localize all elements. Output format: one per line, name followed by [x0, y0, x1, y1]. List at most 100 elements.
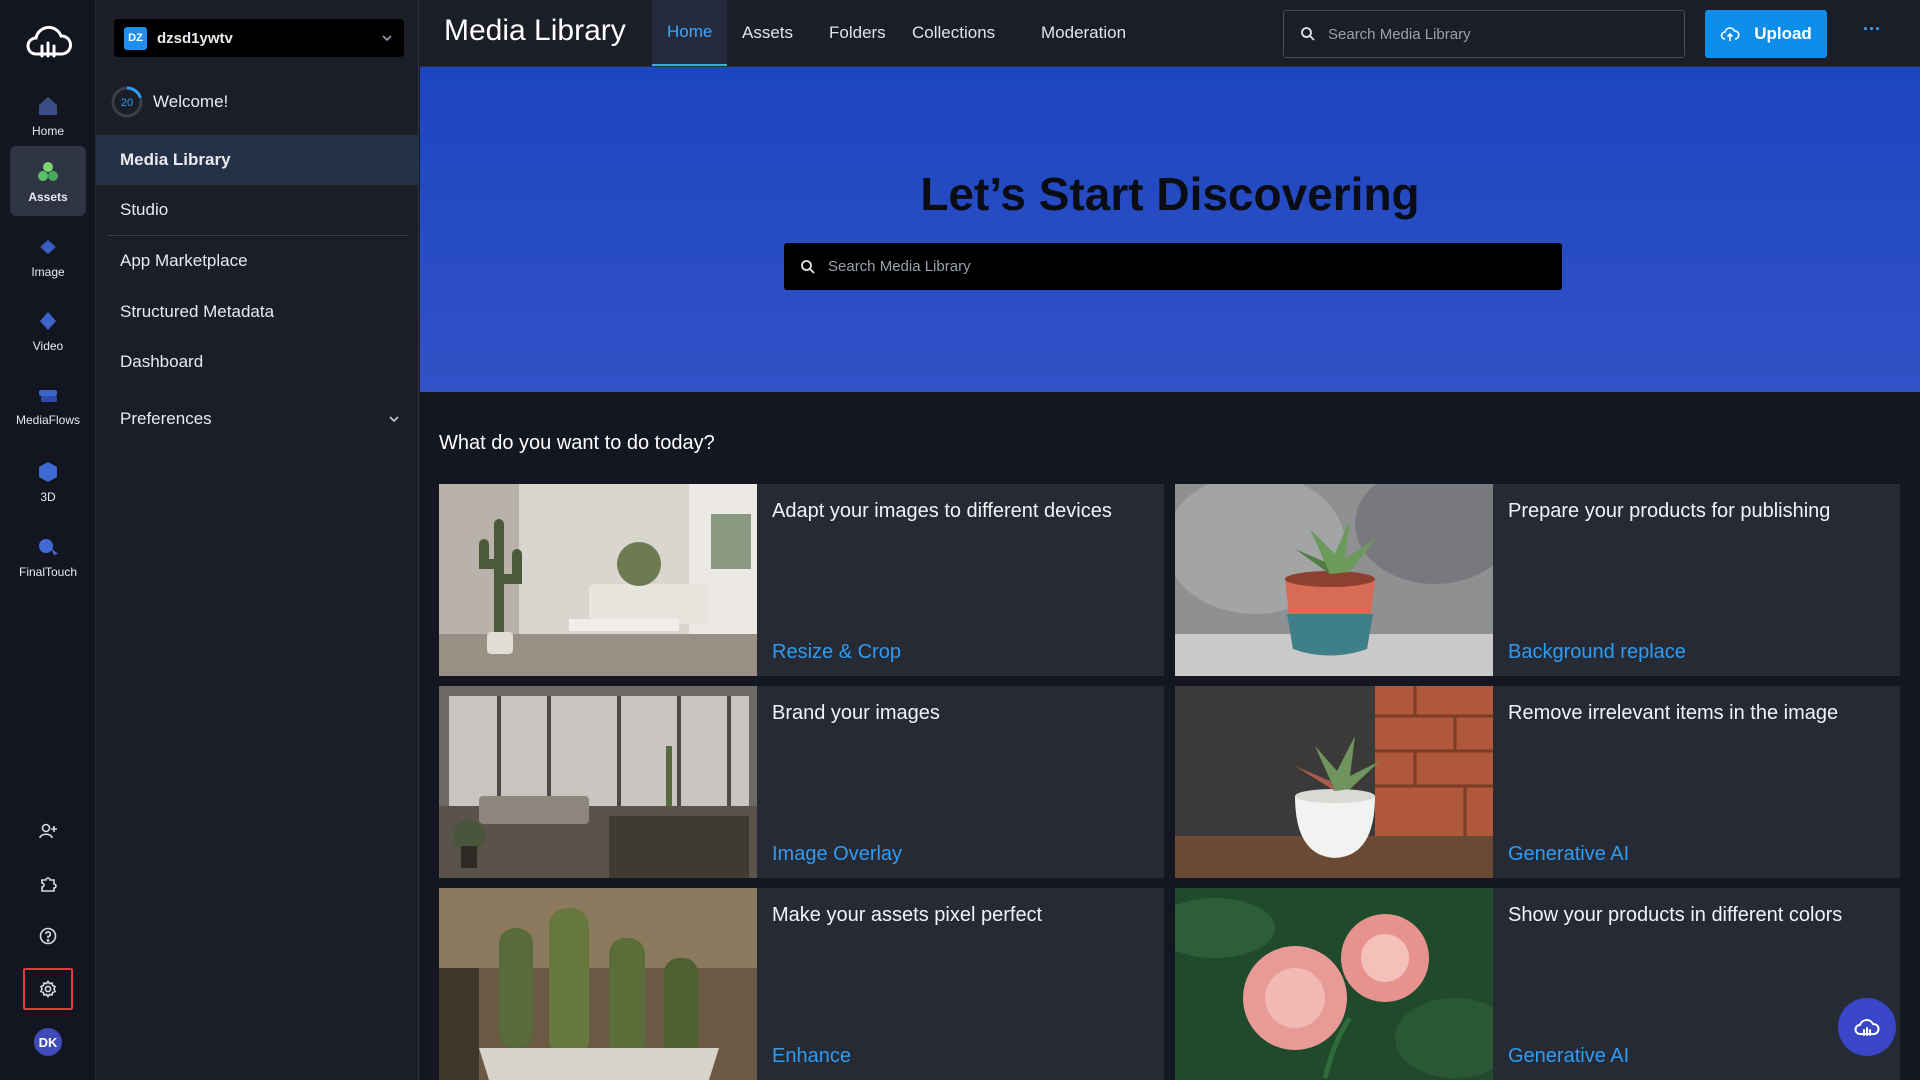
- card-resize-crop[interactable]: Adapt your images to different devices R…: [439, 484, 1164, 676]
- card-link[interactable]: Generative AI: [1508, 1045, 1629, 1068]
- loft-interior-thumbnail: [439, 686, 757, 878]
- user-avatar[interactable]: DK: [34, 1028, 62, 1056]
- upload-label: Upload: [1754, 24, 1812, 43]
- card-title: Make your assets pixel perfect: [772, 904, 1043, 926]
- rail-label: 3D: [40, 489, 56, 504]
- tab-home[interactable]: Home: [652, 0, 728, 66]
- nav-label: Preferences: [120, 409, 212, 428]
- cloud-badge: DZ: [124, 26, 147, 50]
- chevron-down-icon: [389, 416, 399, 423]
- top-search-input[interactable]: [1328, 25, 1684, 43]
- cloudinary-assistant-button[interactable]: [1838, 998, 1896, 1056]
- nav-label: App Marketplace: [120, 251, 248, 270]
- card-title: Remove irrelevant items in the image: [1508, 702, 1839, 724]
- rail-item-home[interactable]: Home: [10, 80, 86, 150]
- living-room-cactus-thumbnail: [439, 484, 757, 676]
- hero-title: Let’s Start Discovering: [920, 168, 1420, 220]
- nav-item-preferences[interactable]: Preferences: [96, 394, 419, 444]
- tab-moderation[interactable]: Moderation: [1026, 0, 1141, 66]
- cloud-upload-icon: [1720, 27, 1740, 41]
- side-panel: DZ dzsd1ywtv 20 Welcome! Media Library S…: [96, 0, 419, 1080]
- nav-item-studio[interactable]: Studio: [96, 185, 419, 235]
- rail-item-3d[interactable]: 3D: [10, 446, 86, 516]
- invite-user-button[interactable]: [23, 810, 73, 852]
- hero-banner: Let’s Start Discovering: [420, 67, 1920, 392]
- home-icon: [39, 96, 57, 115]
- tab-label: Collections: [912, 23, 996, 42]
- integrations-button[interactable]: [23, 863, 73, 905]
- settings-button[interactable]: [23, 968, 73, 1010]
- nav-item-dashboard[interactable]: Dashboard: [96, 337, 419, 387]
- top-search-box[interactable]: [1283, 10, 1685, 58]
- tab-folders[interactable]: Folders: [814, 0, 901, 66]
- search-icon: [801, 259, 815, 274]
- rail-item-assets[interactable]: Assets: [10, 146, 86, 216]
- section-title: What do you want to do today?: [439, 432, 715, 454]
- progress-value: 20: [121, 97, 133, 109]
- nav-label: Structured Metadata: [120, 302, 275, 321]
- help-button[interactable]: [23, 915, 73, 957]
- nav-item-app-marketplace[interactable]: App Marketplace: [96, 236, 419, 286]
- tab-label: Moderation: [1041, 23, 1127, 42]
- nav-label: Studio: [120, 200, 169, 219]
- card-generative-ai-remove[interactable]: Remove irrelevant items in the image Gen…: [1175, 686, 1900, 878]
- invite-user-icon: [39, 823, 57, 839]
- nav-item-structured-metadata[interactable]: Structured Metadata: [96, 287, 419, 337]
- image-icon: [40, 239, 56, 254]
- tab-collections[interactable]: Collections: [897, 0, 1010, 66]
- top-bar: Media Library Home Assets Folders Collec…: [420, 0, 1920, 67]
- cloud-selector[interactable]: DZ dzsd1ywtv: [114, 19, 404, 57]
- card-title: Brand your images: [772, 702, 940, 724]
- nav-item-media-library[interactable]: Media Library: [96, 135, 419, 185]
- card-link[interactable]: Resize & Crop: [772, 641, 901, 664]
- card-link[interactable]: Enhance: [772, 1045, 851, 1068]
- cloudinary-logo-icon[interactable]: [24, 24, 72, 60]
- card-title: Prepare your products for publishing: [1508, 500, 1831, 522]
- rail-label: Image: [31, 264, 65, 279]
- progress-ring: 20: [111, 86, 143, 118]
- card-link[interactable]: Background replace: [1508, 641, 1686, 664]
- card-title: Adapt your images to different devices: [772, 500, 1112, 522]
- hero-search-box[interactable]: [784, 243, 1562, 290]
- rail-item-finaltouch[interactable]: FinalTouch: [10, 521, 86, 591]
- card-image-overlay[interactable]: Brand your images Image Overlay: [439, 686, 1164, 878]
- succulent-brick-thumbnail: [1175, 686, 1493, 878]
- cloud-icon: [1854, 1019, 1880, 1036]
- card-body: Prepare your products for publishing Bac…: [1493, 484, 1900, 676]
- rail-item-image[interactable]: Image: [10, 221, 86, 291]
- rail-item-video[interactable]: Video: [10, 295, 86, 365]
- cloud-name: dzsd1ywtv: [157, 29, 233, 47]
- rail-item-mediaflows[interactable]: MediaFlows: [10, 369, 86, 439]
- rail-label: MediaFlows: [15, 412, 81, 427]
- nav-label: Media Library: [120, 150, 231, 169]
- upload-button[interactable]: Upload: [1705, 10, 1827, 58]
- card-link[interactable]: Generative AI: [1508, 843, 1629, 866]
- card-body: Show your products in different colors G…: [1493, 888, 1900, 1080]
- gear-icon: [39, 980, 57, 998]
- puzzle-icon: [41, 877, 57, 892]
- card-enhance[interactable]: Make your assets pixel perfect Enhance: [439, 888, 1164, 1080]
- app-rail: Home Assets Image Video MediaFlows 3D Fi…: [0, 0, 96, 1080]
- succulent-pot-thumbnail: [1175, 484, 1493, 676]
- card-body: Make your assets pixel perfect Enhance: [757, 888, 1164, 1080]
- tab-label: Assets: [742, 23, 794, 42]
- 3d-icon: [39, 461, 57, 482]
- card-background-replace[interactable]: Prepare your products for publishing Bac…: [1175, 484, 1900, 676]
- rail-label: FinalTouch: [18, 564, 78, 579]
- search-icon: [1301, 27, 1315, 41]
- card-generative-ai-colors[interactable]: Show your products in different colors G…: [1175, 888, 1900, 1080]
- chevron-down-icon: [382, 35, 392, 42]
- tab-label: Home: [667, 22, 713, 41]
- card-body: Brand your images Image Overlay: [757, 686, 1164, 878]
- card-body: Adapt your images to different devices R…: [757, 484, 1164, 676]
- rail-label: Home: [31, 123, 64, 138]
- hero-search-input[interactable]: [828, 258, 1562, 275]
- card-link[interactable]: Image Overlay: [772, 843, 902, 866]
- finaltouch-icon: [39, 538, 58, 555]
- card-body: Remove irrelevant items in the image Gen…: [1493, 686, 1900, 878]
- tab-assets[interactable]: Assets: [727, 0, 808, 66]
- welcome-item[interactable]: 20 Welcome!: [110, 85, 228, 119]
- help-icon: [39, 927, 57, 945]
- more-options-button[interactable]: ···: [1860, 20, 1884, 42]
- welcome-label: Welcome!: [153, 92, 229, 111]
